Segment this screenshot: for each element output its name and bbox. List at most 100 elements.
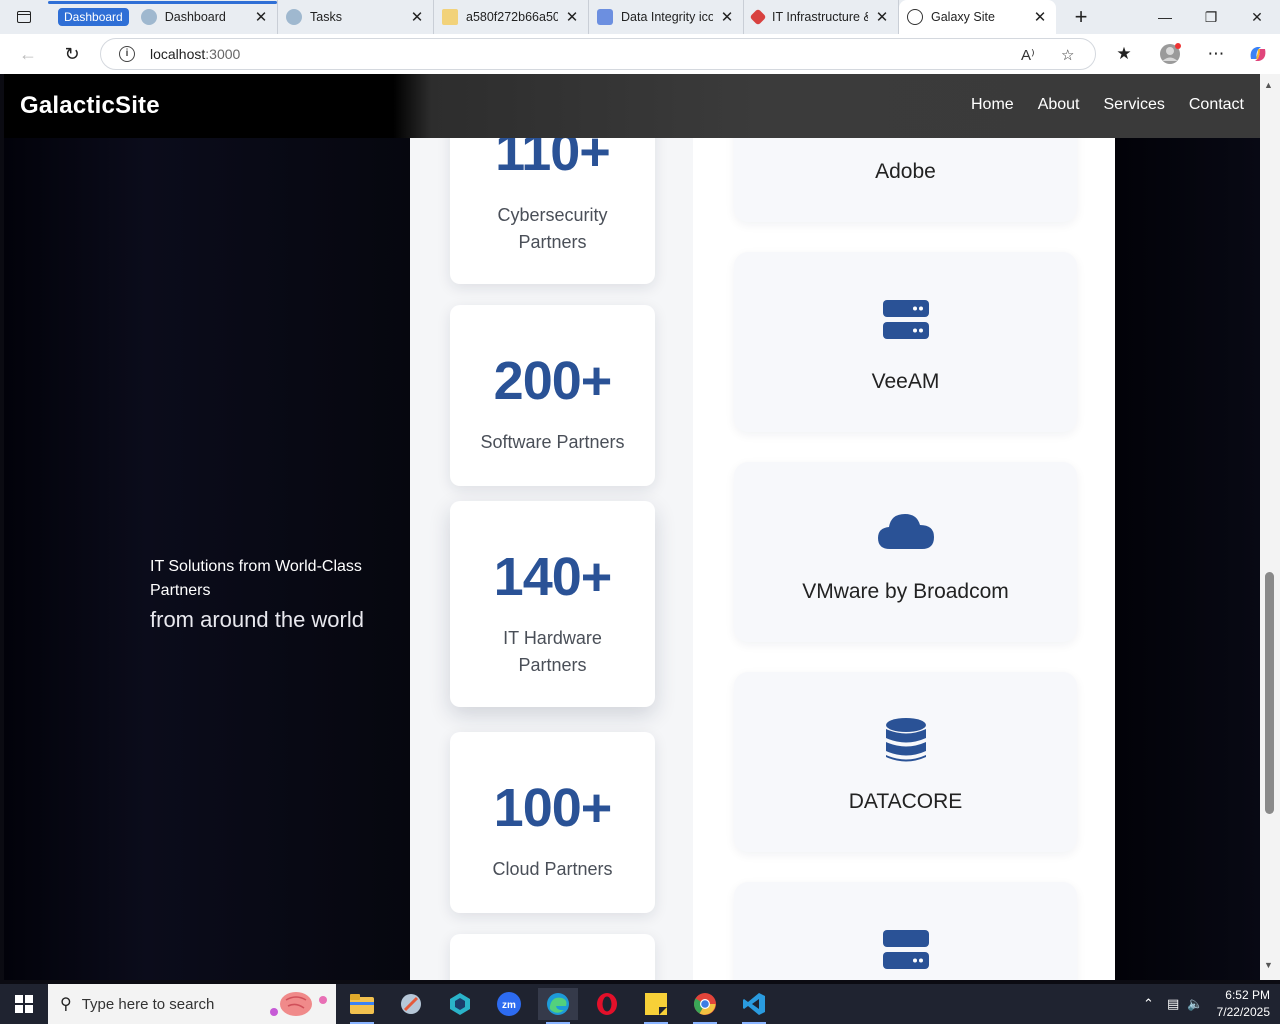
- diamond-favicon-icon: [749, 8, 767, 26]
- new-tab-button[interactable]: +: [1066, 2, 1096, 32]
- tab-group-label[interactable]: Dashboard: [58, 8, 129, 26]
- page-viewport: IT Solutions from World-Class Partners f…: [4, 74, 1260, 980]
- system-tray: ⌃ ▤ 🔈: [1143, 984, 1203, 1024]
- sticky-notes-icon[interactable]: [636, 988, 676, 1024]
- partners-column: Adobe VeeAM VMware by Broadcom DATACORE: [693, 74, 1115, 980]
- right-background: [1115, 74, 1260, 980]
- tab-title: Data Integrity icon: [621, 10, 713, 24]
- stat-number: 100+: [493, 778, 613, 838]
- refresh-icon[interactable]: ↻: [57, 39, 87, 69]
- hero-background: [4, 74, 410, 980]
- partner-name: VeeAM: [871, 370, 940, 393]
- opera-icon[interactable]: [587, 988, 627, 1020]
- cloud-icon: [877, 514, 934, 549]
- tab-galaxy-site[interactable]: Galaxy Site ✕: [899, 0, 1056, 34]
- hero-subheading: from around the world: [150, 607, 364, 632]
- scroll-down-arrow-icon[interactable]: ▼: [1264, 960, 1273, 970]
- tab-title: IT Infrastructure &: [772, 10, 868, 24]
- stat-card-software: 200+ Software Partners: [450, 305, 655, 486]
- close-tab-icon[interactable]: ✕: [253, 8, 269, 26]
- windows-logo-icon: [15, 995, 33, 1013]
- scrollbar-thumb[interactable]: [1265, 572, 1274, 814]
- url-port: :3000: [205, 46, 241, 62]
- close-tab-icon[interactable]: ✕: [1032, 8, 1048, 26]
- scroll-up-arrow-icon[interactable]: ▲: [1264, 80, 1273, 90]
- vscode-icon[interactable]: [734, 988, 774, 1024]
- taskbar-clock[interactable]: 6:52 PM 7/22/2025: [1217, 987, 1270, 1021]
- taskbar-search-box[interactable]: ⚲ Type here to search: [48, 984, 336, 1024]
- stat-number: 140+: [493, 547, 613, 607]
- partner-name: VMware by Broadcom: [802, 580, 1009, 603]
- address-bar[interactable]: i localhost:3000 A⁾ ☆: [100, 38, 1096, 70]
- tab-title: Dashboard: [164, 10, 226, 24]
- minimize-icon[interactable]: —: [1142, 0, 1188, 34]
- close-tab-icon[interactable]: ✕: [874, 8, 890, 26]
- site-info-icon[interactable]: i: [119, 46, 135, 62]
- tab-group-indicator: [48, 1, 277, 4]
- browser-tab-strip: Dashboard Dashboard ✕ Tasks ✕ a580f272b6…: [0, 0, 1280, 34]
- dashboard-favicon-icon: [140, 9, 157, 25]
- favorites-icon[interactable]: ★: [1108, 38, 1140, 70]
- globe-icon: [907, 9, 923, 25]
- close-tab-icon[interactable]: ✕: [564, 8, 580, 26]
- site-logo[interactable]: GalacticSite: [20, 92, 160, 120]
- profile-avatar-icon[interactable]: [1154, 38, 1186, 70]
- tab-title: a580f272b66a50c: [466, 10, 558, 24]
- tab-it-infrastructure[interactable]: IT Infrastructure & ✕: [744, 0, 899, 34]
- close-tab-icon[interactable]: ✕: [409, 8, 425, 26]
- close-window-icon[interactable]: ✕: [1234, 0, 1280, 34]
- stat-card-it-hardware: 140+ IT Hardware Partners: [450, 501, 655, 707]
- network-icon[interactable]: ▤: [1167, 996, 1179, 1012]
- partner-card-vmware: VMware by Broadcom: [734, 462, 1077, 642]
- tab-title: Tasks: [310, 10, 342, 24]
- back-arrow-icon[interactable]: ←: [13, 39, 43, 69]
- stat-card-partial: [450, 934, 655, 980]
- copilot-icon[interactable]: [1242, 38, 1274, 70]
- search-placeholder: Type here to search: [81, 995, 215, 1013]
- tab-data-integrity[interactable]: Data Integrity icon ✕: [589, 0, 744, 34]
- zoom-icon[interactable]: zm: [489, 988, 529, 1020]
- edge-browser-icon[interactable]: [538, 988, 578, 1024]
- partner-name: DATACORE: [848, 790, 963, 813]
- tab-actions-button[interactable]: [0, 0, 48, 34]
- nav-services-link[interactable]: Services: [1104, 96, 1165, 114]
- read-aloud-icon[interactable]: A⁾: [1021, 46, 1035, 64]
- tab-tasks[interactable]: Tasks ✕: [278, 0, 434, 34]
- url-text: localhost:3000: [150, 46, 240, 62]
- document-favicon-icon: [442, 9, 458, 25]
- stat-card-cloud: 100+ Cloud Partners: [450, 732, 655, 913]
- file-explorer-icon[interactable]: [342, 988, 382, 1024]
- partner-card-partial: [734, 882, 1077, 980]
- hex-app-icon[interactable]: [440, 988, 480, 1020]
- search-icon: ⚲: [60, 996, 72, 1013]
- page-scrollbar[interactable]: ▲ ▼: [1260, 74, 1280, 980]
- favorite-star-icon[interactable]: ☆: [1061, 46, 1074, 64]
- nav-contact-link[interactable]: Contact: [1189, 96, 1244, 114]
- more-options-icon[interactable]: ⋯: [1200, 38, 1232, 70]
- chrome-icon[interactable]: [685, 988, 725, 1024]
- server-icon: [882, 300, 929, 339]
- clock-time: 6:52 PM: [1225, 988, 1270, 1002]
- tab-title: Galaxy Site: [931, 10, 995, 24]
- stats-column: 110+ Cybersecurity Partners 200+ Softwar…: [410, 74, 693, 980]
- tab-dashboard[interactable]: Dashboard Dashboard ✕: [48, 0, 278, 34]
- site-header: GalacticSite Home About Services Contact: [4, 74, 1260, 138]
- volume-icon[interactable]: 🔈: [1187, 996, 1203, 1012]
- partner-card-veeam: VeeAM: [734, 252, 1077, 432]
- search-highlight-brain-icon: [270, 992, 327, 1016]
- close-tab-icon[interactable]: ✕: [719, 8, 735, 26]
- clock-date: 7/22/2025: [1216, 1005, 1270, 1019]
- nav-about-link[interactable]: About: [1038, 96, 1080, 114]
- windows-taskbar: ⚲ Type here to search zm ⌃ ▤ 🔈 6:52 PM 7…: [0, 984, 1280, 1024]
- nav-home-link[interactable]: Home: [971, 96, 1014, 114]
- show-hidden-icons-chevron-icon[interactable]: ⌃: [1143, 996, 1157, 1012]
- database-icon: [885, 718, 926, 762]
- restore-icon[interactable]: ❐: [1188, 0, 1234, 34]
- hero-text: IT Solutions from World-Class Partners f…: [150, 555, 400, 637]
- tab-document[interactable]: a580f272b66a50c ✕: [434, 0, 589, 34]
- stat-label: IT Hardware Partners: [503, 628, 602, 675]
- feather-app-icon[interactable]: [391, 988, 431, 1020]
- stat-label: Software Partners: [480, 432, 625, 452]
- start-button[interactable]: [0, 984, 48, 1024]
- server-icon: [882, 930, 929, 969]
